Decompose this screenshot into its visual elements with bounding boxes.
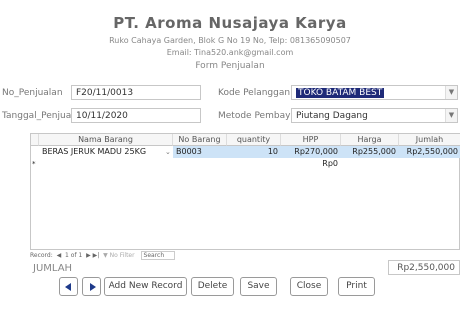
kode-pelanggan-combo[interactable]: TOKO BATAM BEST ▼ xyxy=(291,85,458,100)
col-jumlah[interactable]: Jumlah xyxy=(399,134,460,146)
metode-combo[interactable]: Piutang Dagang ▼ xyxy=(291,108,458,123)
company-email: Email: Tina520.ank@gmail.com xyxy=(166,48,294,57)
close-button[interactable]: Close xyxy=(290,277,328,296)
company-address: Ruko Cahaya Garden, Blok G No 19 No, Tel… xyxy=(109,36,351,45)
delete-button[interactable]: Delete xyxy=(191,277,234,296)
detail-grid[interactable]: Nama Barang No Barang quantity HPP Harga… xyxy=(30,133,460,250)
right-arrow-icon xyxy=(90,283,96,291)
no-penjualan-field[interactable]: F20/11/0013 xyxy=(71,85,201,100)
cell-no-barang[interactable]: B0003 xyxy=(173,146,227,158)
save-button[interactable]: Save xyxy=(240,277,277,296)
chevron-down-icon[interactable]: ⌄ xyxy=(165,148,171,156)
search-box[interactable]: Search xyxy=(140,251,176,260)
form-title: Form Penjualan xyxy=(195,61,265,71)
metode-label: Metode Pembay xyxy=(218,111,291,121)
next-record-icon[interactable]: ▶ ▶| xyxy=(84,252,101,259)
jumlah-total-field: Rp2,550,000 xyxy=(388,260,460,275)
tanggal-field[interactable]: 10/11/2020 xyxy=(71,108,201,123)
col-hpp[interactable]: HPP xyxy=(281,134,341,146)
col-no-barang[interactable]: No Barang xyxy=(173,134,227,146)
print-button[interactable]: Print xyxy=(338,277,375,296)
kode-pelanggan-value: TOKO BATAM BEST xyxy=(296,88,385,98)
metode-value: Piutang Dagang xyxy=(296,111,368,121)
first-record-icon[interactable]: ◀ xyxy=(55,252,63,259)
record-position[interactable]: 1 of 1 xyxy=(65,252,82,259)
chevron-down-icon[interactable]: ▼ xyxy=(445,86,457,99)
col-quantity[interactable]: quantity xyxy=(227,134,281,146)
next-record-button[interactable] xyxy=(82,277,101,296)
previous-record-button[interactable] xyxy=(59,277,78,296)
tanggal-label: Tanggal_Penjual xyxy=(2,111,74,121)
cell-nama-barang[interactable]: BERAS JERUK MADU 25KG xyxy=(39,146,166,158)
record-label: Record: xyxy=(30,252,53,259)
no-penjualan-label: No_Penjualan xyxy=(2,88,63,98)
filter-icon: ▼ xyxy=(103,252,108,259)
no-filter-label[interactable]: No Filter xyxy=(110,252,135,259)
grid-corner xyxy=(31,134,39,146)
left-arrow-icon xyxy=(65,283,71,291)
chevron-down-icon[interactable]: ▼ xyxy=(445,109,457,122)
add-new-record-button[interactable]: Add New Record xyxy=(104,277,187,296)
kode-pelanggan-label: Kode Pelanggan xyxy=(218,88,291,98)
cell-hpp[interactable]: Rp270,000 xyxy=(281,146,341,158)
new-row-marker: * xyxy=(32,160,36,168)
table-row[interactable]: BERAS JERUK MADU 25KG ⌄ B0003 10 Rp270,0… xyxy=(31,146,460,158)
cell-jumlah[interactable]: Rp2,550,000 xyxy=(399,146,460,158)
cell-hpp-new[interactable]: Rp0 xyxy=(281,158,341,170)
jumlah-label: JUMLAH xyxy=(33,263,73,274)
table-row-new[interactable]: * Rp0 xyxy=(31,158,460,170)
cell-harga[interactable]: Rp255,000 xyxy=(341,146,399,158)
company-name: PT. Aroma Nusajaya Karya xyxy=(113,14,347,32)
cell-quantity[interactable]: 10 xyxy=(227,146,281,158)
col-harga[interactable]: Harga xyxy=(341,134,399,146)
col-nama-barang[interactable]: Nama Barang xyxy=(39,134,173,146)
